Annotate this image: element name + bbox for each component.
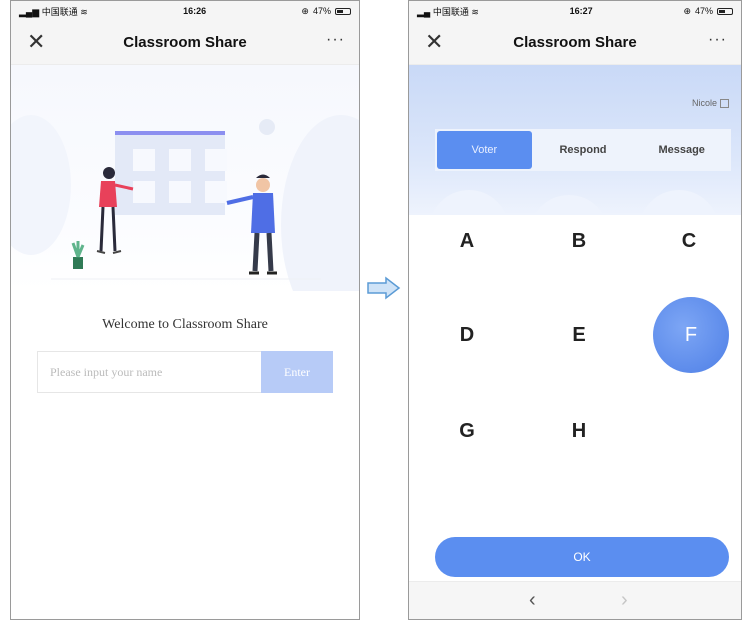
status-bar: ▂▄▆ 中国联通 ≋ 16:26 ⊕ 47% xyxy=(11,1,359,21)
close-icon[interactable]: ✕ xyxy=(425,29,443,55)
hero-illustration-area xyxy=(11,65,359,335)
clock: 16:27 xyxy=(569,6,593,16)
username-text: Nicole xyxy=(691,98,717,108)
tab-respond[interactable]: Respond xyxy=(536,131,631,169)
ok-button[interactable]: OK xyxy=(435,537,729,577)
tab-bar: Voter Respond Message xyxy=(435,129,731,171)
battery-percent: 47% xyxy=(694,6,713,16)
option-b[interactable]: B xyxy=(541,203,617,279)
option-c[interactable]: C xyxy=(651,203,727,279)
username-label[interactable]: Nicole xyxy=(692,98,729,108)
option-f-selected[interactable]: F xyxy=(653,297,729,373)
status-bar: ▂▄ 中国联通 ≋ 16:27 ⊕ 47% xyxy=(409,1,741,21)
more-icon[interactable]: ··· xyxy=(708,31,727,49)
carrier-label: ▂▄ 中国联通 ≋ xyxy=(417,5,479,18)
phone-screen-voter: ▂▄ 中国联通 ≋ 16:27 ⊕ 47% ✕ Classroom Share … xyxy=(408,0,742,620)
nav-bar: ✕ Classroom Share ··· xyxy=(11,21,359,65)
lock-icon: ⊕ xyxy=(301,5,309,16)
clock: 16:26 xyxy=(183,6,207,16)
more-icon[interactable]: ··· xyxy=(326,31,345,49)
page-title: Classroom Share xyxy=(123,34,247,51)
transition-arrow-icon xyxy=(367,276,401,300)
enter-button[interactable]: Enter xyxy=(261,351,333,393)
battery-icon xyxy=(334,7,351,15)
option-g[interactable]: G xyxy=(429,393,505,469)
nav-bar: ✕ Classroom Share ··· xyxy=(409,21,741,65)
status-right: ⊕ 47% xyxy=(683,6,733,17)
browser-bottom-bar: ‹ › xyxy=(409,581,741,619)
status-right: ⊕ 47% xyxy=(301,6,351,17)
battery-icon xyxy=(717,7,733,15)
edit-icon[interactable] xyxy=(720,98,729,108)
page-title: Classroom Share xyxy=(513,34,637,51)
close-icon[interactable]: ✕ xyxy=(27,29,45,55)
tab-message[interactable]: Message xyxy=(634,131,729,169)
wifi-icon: ≋ xyxy=(471,6,479,17)
battery-percent: 47% xyxy=(312,6,331,16)
wifi-icon: ≋ xyxy=(80,6,88,17)
forward-chevron-icon[interactable]: › xyxy=(621,589,628,612)
signal-icon: ▂▄▆ xyxy=(19,6,40,17)
carrier-text: 中国联通 xyxy=(41,6,78,17)
phone-screen-welcome: ▂▄▆ 中国联通 ≋ 16:26 ⊕ 47% ✕ Classroom Share… xyxy=(10,0,360,620)
welcome-text: Welcome to Classroom Share xyxy=(102,317,268,332)
option-h[interactable]: H xyxy=(541,393,617,469)
name-input[interactable] xyxy=(37,351,261,393)
option-a[interactable]: A xyxy=(429,203,505,279)
option-d[interactable]: D xyxy=(429,297,505,373)
lock-icon: ⊕ xyxy=(683,5,691,16)
carrier-text: 中国联通 xyxy=(432,6,469,17)
classroom-illustration xyxy=(11,115,359,335)
carrier-label: ▂▄▆ 中国联通 ≋ xyxy=(19,5,88,18)
tab-voter[interactable]: Voter xyxy=(437,131,532,169)
back-chevron-icon[interactable]: ‹ xyxy=(529,589,536,612)
option-e[interactable]: E xyxy=(541,297,617,373)
signal-icon: ▂▄ xyxy=(417,6,431,17)
